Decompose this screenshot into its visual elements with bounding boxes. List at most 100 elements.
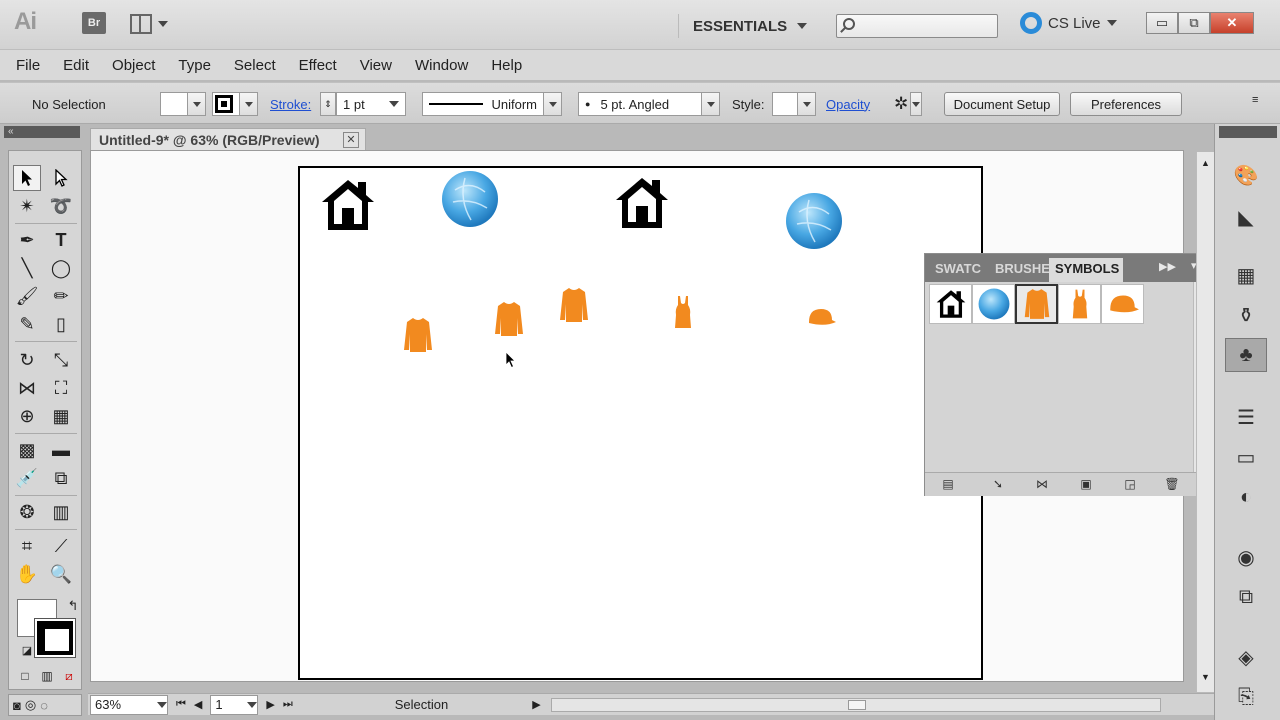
slice-tool-icon[interactable]: ⟋ [47,533,75,559]
collapse-dock-strip[interactable] [1219,126,1277,138]
close-document-icon[interactable]: ✕ [343,131,359,148]
collapse-panel-icon[interactable]: ▶▶ [1159,260,1176,273]
gradient-panel-icon[interactable]: ▭ [1225,440,1267,474]
stroke-control[interactable] [212,91,258,117]
graphic-style-dropdown[interactable] [798,92,816,116]
first-artboard-icon[interactable]: ⏮ [176,698,186,711]
cs-live-button[interactable]: CS Live [1020,12,1117,34]
help-search-input[interactable] [836,14,998,38]
tank-top-symbol-instance[interactable] [673,295,693,329]
delete-symbol-icon[interactable]: 🗑 [1163,477,1181,493]
jacket-symbol-instance[interactable] [493,300,525,338]
draw-inside-icon[interactable]: ◌ [40,698,48,713]
menu-view[interactable]: View [360,57,392,74]
symbol-thumb-jacket[interactable] [1015,284,1058,324]
brush-field[interactable]: ● 5 pt. Angled [578,92,702,116]
selection-tool-icon[interactable] [13,165,41,191]
menu-select[interactable]: Select [234,57,276,74]
menu-file[interactable]: File [16,57,40,74]
appearance-panel-icon[interactable]: ◉ [1225,540,1267,574]
document-setup-button[interactable]: Document Setup [944,92,1060,116]
stroke-label-link[interactable]: Stroke: [270,91,311,117]
blend-tool-icon[interactable]: ⧉ [47,465,75,491]
break-link-icon[interactable]: ⋈ [1033,477,1051,493]
close-window-button[interactable]: ✕ [1210,12,1254,34]
graphic-style-swatch[interactable] [772,92,798,116]
shape-builder-tool-icon[interactable]: ⊕ [13,403,41,429]
blob-brush-tool-icon[interactable]: ✎ [13,311,41,337]
brush-definition[interactable]: ● 5 pt. Angled [578,91,720,117]
swap-fill-stroke-icon[interactable]: ↰ [59,593,87,619]
place-symbol-instance-icon[interactable]: ➘ [989,477,1007,493]
symbol-options-icon[interactable]: ▣ [1077,477,1095,493]
artboards-panel-icon[interactable]: ⎘ [1225,680,1267,714]
hand-tool-icon[interactable]: ✋ [13,561,41,587]
type-tool-icon[interactable]: T [47,227,75,253]
house-symbol-instance[interactable] [612,174,672,232]
stroke-color-swatch[interactable] [35,619,75,657]
tab-swatches[interactable]: SWATC [929,258,989,282]
stroke-swatch-small[interactable] [212,92,240,116]
collapse-panel-strip[interactable]: « [4,126,80,138]
previous-artboard-icon[interactable]: ◀ [194,698,202,711]
line-segment-tool-icon[interactable]: ╲ [13,255,41,281]
menu-help[interactable]: Help [491,57,522,74]
brushes-panel-icon[interactable]: ⚱ [1225,298,1267,332]
lasso-tool-icon[interactable]: ➰ [47,193,75,219]
stroke-weight-input[interactable]: 1 pt [336,92,406,116]
brush-dropdown[interactable] [702,92,720,116]
globe-symbol-instance[interactable] [785,192,843,250]
menu-effect[interactable]: Effect [299,57,337,74]
house-symbol-instance[interactable] [318,176,378,234]
minimize-button[interactable]: ▭ [1146,12,1178,34]
status-tool-field[interactable]: Selection ▶ [301,695,541,715]
stroke-weight-field[interactable]: ⇕ 1 pt [320,91,406,117]
color-guide-icon[interactable]: ◣ [1225,200,1267,234]
document-tab[interactable]: Untitled-9* @ 63% (RGB/Preview) ✕ [90,128,366,150]
stroke-dropdown[interactable] [240,92,258,116]
control-panel-menu-icon[interactable]: ≡ [1252,87,1258,113]
menu-window[interactable]: Window [415,57,468,74]
direct-selection-tool-icon[interactable] [47,165,75,191]
symbol-thumb-tank-top[interactable] [1058,284,1101,324]
arrange-documents-button[interactable] [130,12,176,36]
bridge-button[interactable]: Br [82,12,106,34]
fill-control[interactable] [160,91,206,117]
scroll-down-icon[interactable]: ▼ [1201,672,1210,682]
symbol-thumb-cap[interactable] [1101,284,1144,324]
recolor-dropdown[interactable] [910,92,923,116]
symbol-sprayer-tool-icon[interactable]: ❂ [13,499,41,525]
paintbrush-tool-icon[interactable]: 🖌 [13,283,41,309]
color-panel-icon[interactable]: 🎨 [1225,158,1267,192]
variable-width-profile[interactable]: Uniform [422,91,562,117]
perspective-grid-tool-icon[interactable]: ▦ [47,403,75,429]
width-tool-icon[interactable]: ⋈ [13,375,41,401]
eraser-tool-icon[interactable]: ▯ [47,311,75,337]
workspace-switcher[interactable]: ESSENTIALS [678,14,808,38]
menu-object[interactable]: Object [112,57,155,74]
artboard-tool-icon[interactable]: ⌗ [13,533,41,559]
magic-wand-tool-icon[interactable]: ✴ [13,193,41,219]
artboard-number-field[interactable]: 1 [210,694,259,715]
canvas-vertical-scrollbar[interactable]: ▲ ▼ [1196,152,1214,692]
restore-button[interactable]: ⧉ [1178,12,1210,34]
recolor-artwork-icon[interactable]: ✲ [894,94,908,114]
symbol-libraries-menu-icon[interactable]: ▤ [939,477,957,493]
horizontal-scroll-thumb[interactable] [847,699,866,710]
symbol-thumb-globe[interactable] [972,284,1015,324]
next-artboard-icon[interactable]: ▶ [266,698,274,711]
free-transform-tool-icon[interactable]: ⛶ [47,375,75,401]
graphic-style-control[interactable] [772,91,816,117]
eyedropper-tool-icon[interactable]: 💉 [13,465,41,491]
status-menu-icon[interactable]: ▶ [532,698,540,711]
fill-swatch-small[interactable] [160,92,188,116]
graphic-styles-panel-icon[interactable]: ⧉ [1225,580,1267,614]
menu-type[interactable]: Type [178,57,211,74]
pencil-tool-icon[interactable]: ✏ [47,283,75,309]
gradient-tool-icon[interactable]: ▬ [47,437,75,463]
column-graph-tool-icon[interactable]: ▥ [47,499,75,525]
preferences-button[interactable]: Preferences [1070,92,1182,116]
opacity-label[interactable]: Opacity [826,97,870,112]
zoom-tool-icon[interactable]: 🔍 [47,561,75,587]
symbol-thumb-house[interactable] [929,284,972,324]
